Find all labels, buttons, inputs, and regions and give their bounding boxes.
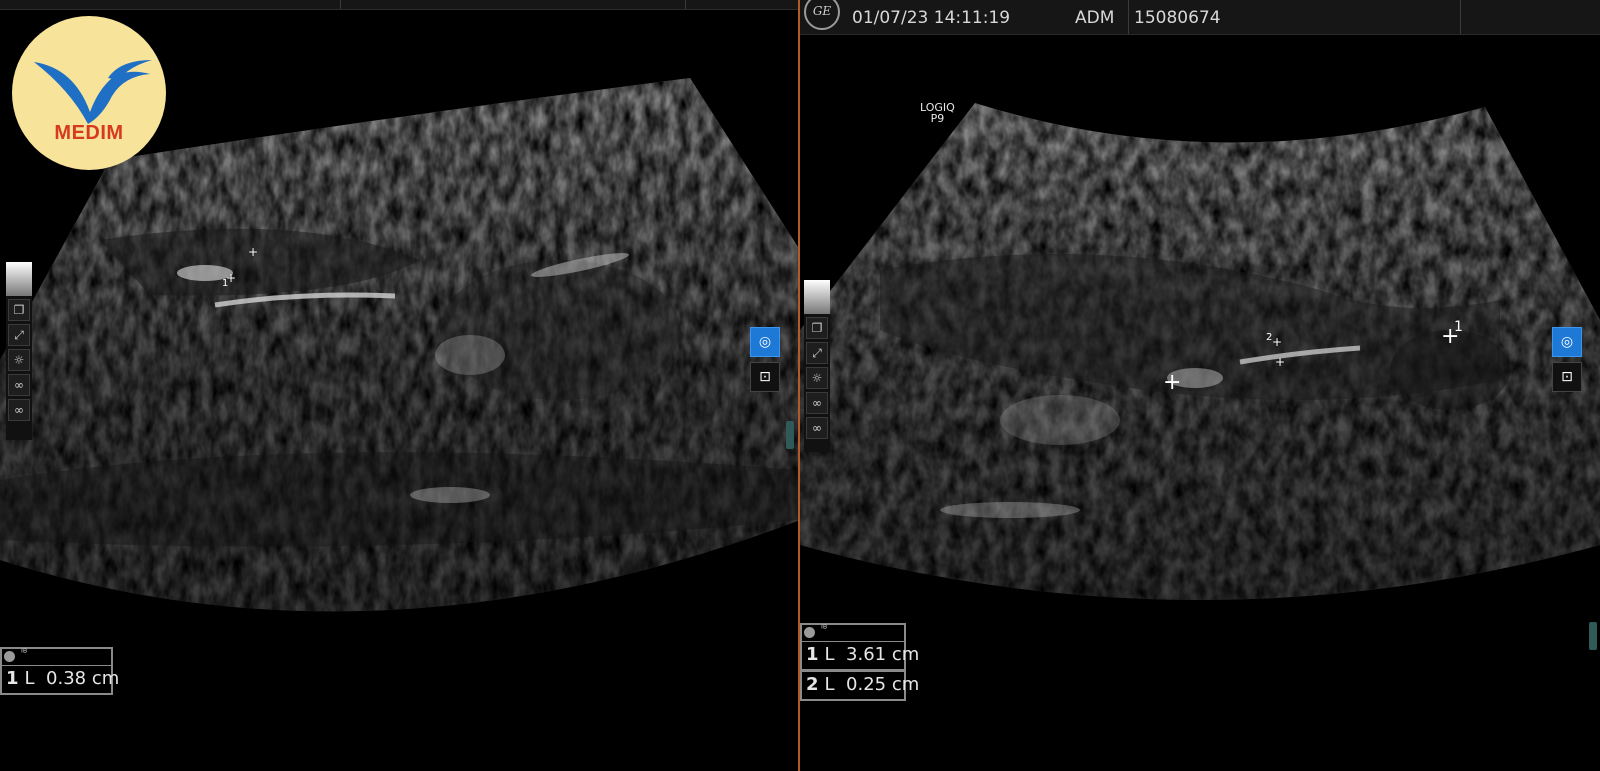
left-tool-strip: ❐ ⤢ ☼ ∞ ∞ (6, 262, 32, 440)
copy-icon[interactable]: ❐ (8, 299, 30, 321)
measurement-caliper: + (1163, 370, 1182, 395)
left-ultrasound-pane[interactable]: MEDIM ❐ ⤢ ☼ ∞ ∞ ◎ ⊡ + + 1 ᴵᴮ 1L 0.38 cm (0, 0, 798, 771)
right-measurement-box: ᴵᴮ 1L 3.61 cm 2L 0.25 cm (800, 623, 919, 701)
link-icon[interactable]: ∞ (8, 374, 30, 396)
caliper-label: 1 (1454, 319, 1463, 335)
measurement-caliper: + (248, 245, 259, 259)
measurement-row: 1L 0.38 cm (0, 665, 119, 695)
medim-logo: MEDIM (12, 16, 166, 170)
measurement-box-header: ᴵᴮ (800, 623, 906, 641)
measurement-box-header: ᴵᴮ (0, 647, 113, 665)
fullscreen-icon[interactable]: ⤢ (8, 324, 30, 346)
brightness-icon[interactable]: ☼ (806, 367, 828, 389)
scroll-handle[interactable] (786, 421, 794, 449)
link-icon[interactable]: ∞ (806, 417, 828, 439)
caliper-label: 1 (222, 278, 229, 289)
right-ultrasound-pane[interactable]: GE 01/07/23 14:11:19 ADM 15080674 LOGIQ … (800, 0, 1600, 771)
measurement-row: 1L 3.61 cm (800, 641, 919, 671)
grayscale-bar (6, 262, 32, 296)
crop-button[interactable]: ⊡ (1552, 362, 1582, 392)
medim-logo-text: MEDIM (54, 122, 124, 144)
crop-button[interactable]: ⊡ (750, 362, 780, 392)
measurement-caliper: + (1272, 335, 1283, 349)
view-3d-button[interactable]: ◎ (750, 327, 780, 357)
fullscreen-icon[interactable]: ⤢ (806, 342, 828, 364)
copy-icon[interactable]: ❐ (806, 317, 828, 339)
probe-icon: ᴵᴮ (21, 648, 28, 659)
measurement-caliper: + (1275, 355, 1286, 369)
probe-icon: ᴵᴮ (821, 624, 828, 635)
right-tool-strip: ❐ ⤢ ☼ ∞ ∞ (804, 280, 830, 452)
left-measurement-box: ᴵᴮ 1L 0.38 cm (0, 647, 119, 695)
scanner-model-label: LOGIQ P9 (920, 101, 955, 125)
brightness-icon[interactable]: ☼ (8, 349, 30, 371)
link-icon[interactable]: ∞ (8, 399, 30, 421)
grayscale-bar (804, 280, 830, 314)
link-icon[interactable]: ∞ (806, 392, 828, 414)
caliper-label: 2 (1266, 332, 1273, 343)
bird-logo-icon (34, 60, 152, 124)
view-3d-button[interactable]: ◎ (1552, 327, 1582, 357)
measurement-row: 2L 0.25 cm (800, 671, 919, 701)
scroll-handle[interactable] (1589, 622, 1597, 650)
